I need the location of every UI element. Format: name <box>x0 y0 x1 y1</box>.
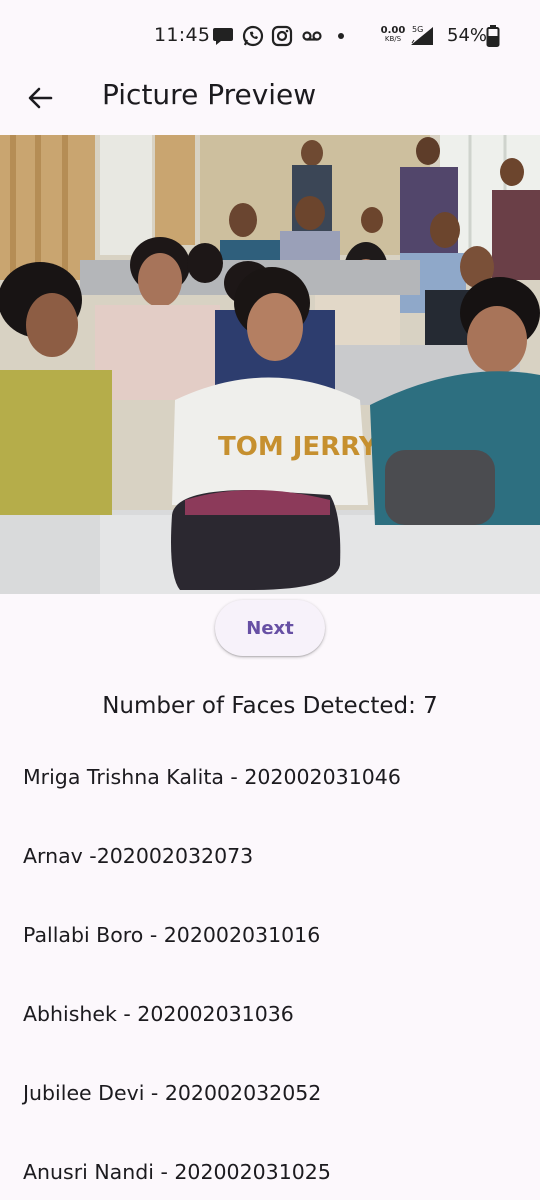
list-item[interactable]: Mriga Trishna Kalita - 202002031046 <box>0 748 540 827</box>
network-speed: 0.00 KB/S <box>380 25 406 44</box>
battery-percent: 54% <box>447 25 488 46</box>
list-item[interactable]: Arnav -202002032073 <box>0 827 540 906</box>
chat-icon <box>212 24 234 48</box>
next-button[interactable]: Next <box>215 600 325 656</box>
list-item[interactable]: Anusri Nandi - 202002031025 <box>0 1143 540 1200</box>
status-time: 11:45 <box>154 24 211 46</box>
list-item[interactable]: Pallabi Boro - 202002031016 <box>0 906 540 985</box>
list-item[interactable]: Jubilee Devi - 202002032052 <box>0 1064 540 1143</box>
dot-icon <box>336 24 346 48</box>
preview-photo: TOM JERRY <box>0 135 540 594</box>
instagram-icon <box>271 24 293 48</box>
signal-icon <box>408 26 434 50</box>
faces-detected-count: Number of Faces Detected: 7 <box>102 693 438 719</box>
arrow-back-icon <box>28 87 53 109</box>
battery-icon <box>486 25 500 49</box>
back-button[interactable] <box>14 76 66 120</box>
detected-students-list: Mriga Trishna Kalita - 202002031046 Arna… <box>0 748 540 1200</box>
app-bar: Picture Preview <box>0 72 540 132</box>
screen: 11:45 0.00 KB/S 5G 54% Picture Preview T… <box>0 0 540 1200</box>
page-title: Picture Preview <box>102 78 317 111</box>
status-bar: 11:45 0.00 KB/S 5G 54% <box>0 0 540 72</box>
svg-text:TOM JERRY: TOM JERRY <box>218 432 379 462</box>
whatsapp-icon <box>241 24 265 48</box>
voicemail-icon <box>300 24 324 48</box>
list-item[interactable]: Abhishek - 202002031036 <box>0 985 540 1064</box>
